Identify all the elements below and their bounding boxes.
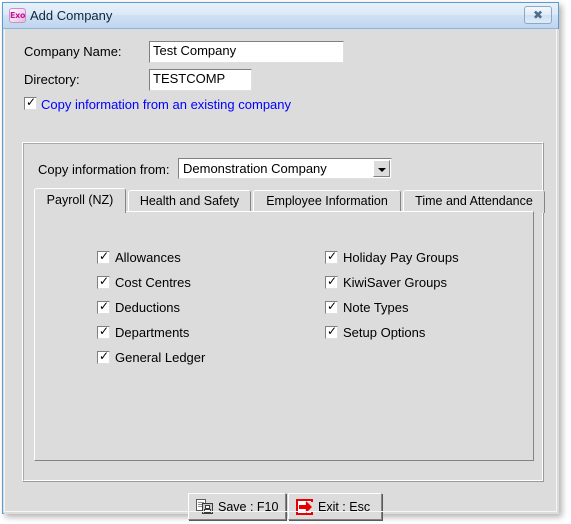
company-name-input[interactable]: Test Company: [149, 41, 344, 63]
checkbox-label-departments: Departments: [115, 325, 190, 340]
exo-app-icon-text: Exo: [10, 11, 26, 20]
checkbox-cost-centres[interactable]: ✓: [97, 274, 110, 289]
checkbox-label-holiday-pay-groups: Holiday Pay Groups: [343, 250, 459, 265]
checkbox-holiday-pay-groups[interactable]: ✓: [325, 249, 338, 264]
checkbox-deductions[interactable]: ✓: [97, 299, 110, 314]
checkbox-departments[interactable]: ✓: [97, 324, 110, 339]
checkmark-icon: ✓: [99, 349, 110, 363]
directory-label: Directory:: [24, 72, 80, 87]
chevron-down-icon[interactable]: [373, 160, 390, 177]
tab-payroll-nz[interactable]: Payroll (NZ): [34, 188, 126, 213]
copy-from-select[interactable]: Demonstration Company: [178, 158, 392, 179]
checkbox-allowances[interactable]: ✓: [97, 249, 110, 264]
tab-health-and-safety[interactable]: Health and Safety: [128, 190, 251, 213]
save-button[interactable]: Save : F10: [188, 493, 286, 520]
add-company-window: Exo Add Company ✖ Company Name: Test Com…: [2, 2, 559, 520]
copy-information-groupbox: Copy information from: Demonstration Com…: [22, 142, 545, 482]
checkmark-icon: ✓: [327, 274, 338, 288]
tab-strip: Payroll (NZ) Health and Safety Employee …: [34, 188, 545, 213]
exit-door-icon: [296, 499, 314, 515]
directory-input[interactable]: TESTCOMP: [149, 69, 252, 91]
close-button[interactable]: ✖: [524, 6, 552, 24]
exit-button-label: Exit : Esc: [318, 500, 371, 514]
tab-page-payroll-nz: ✓ Allowances ✓ Cost Centres ✓ Deductions: [34, 211, 534, 461]
checkmark-icon: ✓: [327, 299, 338, 313]
checkbox-label-cost-centres: Cost Centres: [115, 275, 191, 290]
checkbox-label-kiwisaver-groups: KiwiSaver Groups: [343, 275, 448, 290]
company-name-label: Company Name:: [24, 44, 122, 59]
save-icon: [196, 499, 213, 515]
checkbox-general-ledger[interactable]: ✓: [97, 349, 110, 364]
checkbox-setup-options[interactable]: ✓: [325, 324, 338, 339]
checkbox-label-deductions: Deductions: [115, 300, 181, 315]
checkmark-icon: ✓: [327, 324, 338, 338]
checkmark-icon: ✓: [99, 249, 110, 263]
checkbox-kiwisaver-groups[interactable]: ✓: [325, 274, 338, 289]
checkbox-note-types[interactable]: ✓: [325, 299, 338, 314]
checkbox-label-note-types: Note Types: [343, 300, 409, 315]
exo-app-icon: Exo: [9, 8, 26, 23]
close-icon: ✖: [532, 8, 544, 22]
save-button-label: Save : F10: [218, 500, 279, 514]
checkmark-icon: ✓: [26, 95, 37, 109]
checkmark-icon: ✓: [99, 324, 110, 338]
copy-existing-checkbox[interactable]: ✓: [24, 95, 37, 110]
tab-time-and-attendance[interactable]: Time and Attendance: [403, 190, 545, 213]
copy-from-label: Copy information from:: [38, 162, 170, 177]
dialog-client-area: Company Name: Test Company Directory: TE…: [4, 29, 559, 520]
window-title: Add Company: [30, 8, 113, 23]
copy-from-selected-value: Demonstration Company: [183, 161, 327, 176]
checkmark-icon: ✓: [99, 274, 110, 288]
title-bar: Exo Add Company ✖: [3, 3, 558, 29]
exit-button[interactable]: Exit : Esc: [288, 493, 382, 520]
checkbox-label-general-ledger: General Ledger: [115, 350, 206, 365]
checkmark-icon: ✓: [327, 249, 338, 263]
copy-existing-label[interactable]: Copy information from an existing compan…: [41, 97, 291, 113]
checkbox-label-setup-options: Setup Options: [343, 325, 426, 340]
checkmark-icon: ✓: [99, 299, 110, 313]
checkbox-label-allowances: Allowances: [115, 250, 181, 265]
tab-employee-information[interactable]: Employee Information: [253, 190, 401, 213]
